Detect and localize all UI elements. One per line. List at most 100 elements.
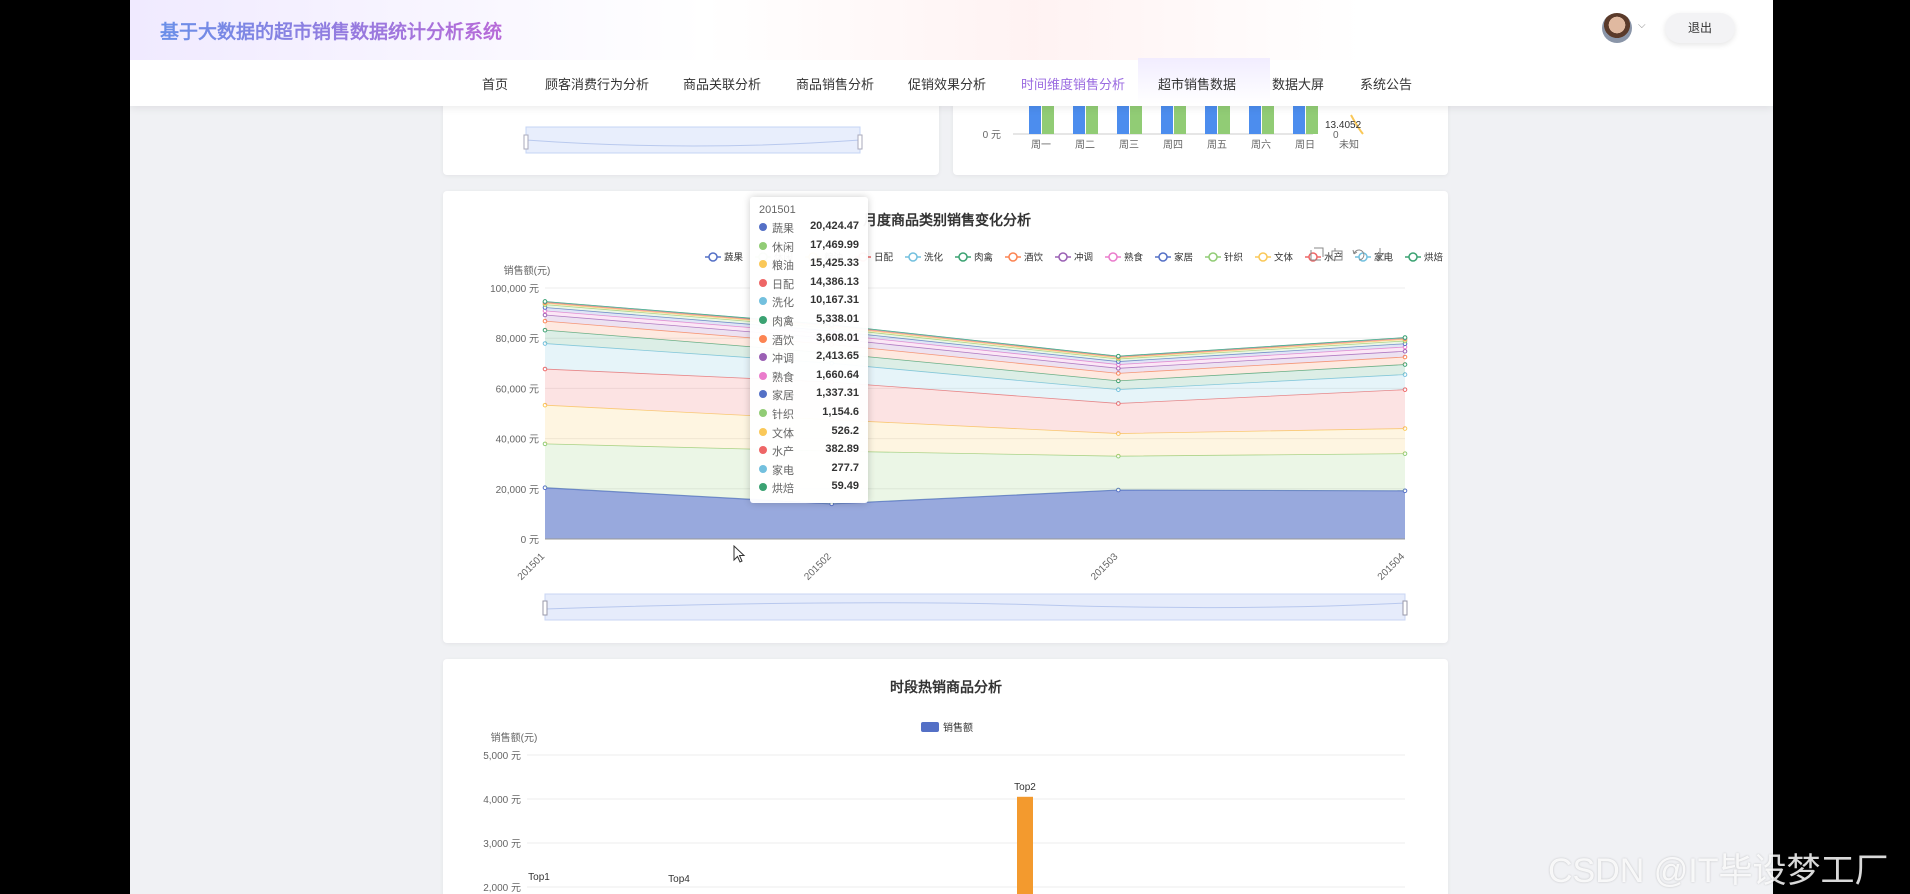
legend-marker-icon xyxy=(1108,252,1118,262)
nav-item-announcement[interactable]: 系统公告 xyxy=(1360,74,1412,93)
series-dot-icon xyxy=(759,427,767,436)
weekday-y-tick: 0 元 xyxy=(983,130,1001,141)
weekday-point-label: 13.4052 xyxy=(1325,120,1362,131)
top-header: 基于大数据的超市销售数据统计分析系统 ⌵ 退出 首页 顾客消费行为分析 商品关联… xyxy=(130,0,1773,106)
legend-label: 家居 xyxy=(1174,252,1193,264)
tooltip-series-value: 3,608.01 xyxy=(816,331,859,344)
legend-marker-icon xyxy=(1208,252,1218,262)
weekday-bar xyxy=(1161,105,1173,134)
y-tick-label: 60,000 元 xyxy=(496,384,539,395)
nav-item-promotion[interactable]: 促销效果分析 xyxy=(908,74,986,93)
nav-item-customer-behavior[interactable]: 顾客消费行为分析 xyxy=(545,74,649,93)
legend-marker-icon xyxy=(1058,252,1068,262)
hot-goods-card: 时段热销商品分析 2,000 元 3,000 元 4,000 元 5,000 元销售额… xyxy=(443,659,1448,894)
monthly-zoom-slider[interactable] xyxy=(542,593,1408,621)
y-tick-label: 0 元 xyxy=(521,535,539,546)
tooltip-series-value: 15,425.33 xyxy=(810,257,859,270)
series-dot-icon xyxy=(759,316,767,324)
chevron-down-icon[interactable]: ⌵ xyxy=(1638,20,1646,31)
legend-label: 烘焙 xyxy=(1424,252,1444,264)
weekday-x-tick: 周三 xyxy=(1119,139,1139,151)
legend-marker-icon xyxy=(1008,252,1018,262)
logout-button[interactable]: 退出 xyxy=(1665,13,1735,43)
series-dot-icon xyxy=(759,371,767,380)
app-title: 基于大数据的超市销售数据统计分析系统 xyxy=(160,17,502,44)
weekday-bar xyxy=(1029,105,1041,134)
y-axis-label: 销售额(元) xyxy=(491,731,538,744)
tooltip-row: 肉禽 5,338.01 xyxy=(759,312,859,328)
nav-item-home[interactable]: 首页 xyxy=(482,74,508,93)
series-dot-icon xyxy=(759,483,767,492)
nav-item-product-sales[interactable]: 商品销售分析 xyxy=(796,74,874,93)
legend-label: 洗化 xyxy=(924,252,944,264)
screen: 0 元 0 周一 周二 周三 周四 周五 周六 周日 未知 13.4052 月度商品类别销售变化分析… xyxy=(0,0,1910,894)
tooltip-series-value: 59.49 xyxy=(831,480,859,493)
tooltip-row: 洗化 10,167.31 xyxy=(759,293,859,309)
weekday-bar xyxy=(1130,105,1142,134)
weekday-bar xyxy=(1042,105,1054,134)
bar-label: Top1 xyxy=(528,872,550,883)
tooltip-series-name: 休闲 xyxy=(772,241,794,254)
x-tick-label: 201502 xyxy=(802,551,834,583)
nav-item-sales-data[interactable]: 超市销售数据 xyxy=(1158,74,1236,93)
legend-label: 蔬果 xyxy=(724,252,744,264)
weekday-bar xyxy=(1293,105,1305,134)
nav-item-time-analysis[interactable]: 时间维度销售分析 xyxy=(1021,74,1125,93)
tooltip-row: 家居 1,337.31 xyxy=(759,386,859,402)
bar-label: Top2 xyxy=(1014,782,1036,793)
data-point xyxy=(1116,353,1121,359)
weekday-bar xyxy=(1086,105,1098,134)
weekday-x-tick: 周一 xyxy=(1031,139,1051,151)
series-dot-icon xyxy=(759,390,767,399)
tooltip-series-name: 针织 xyxy=(772,409,794,421)
series-dot-icon xyxy=(759,353,767,362)
weekday-bar xyxy=(1218,105,1230,134)
series-dot-icon xyxy=(759,223,767,231)
tooltip-series-value: 5,338.01 xyxy=(816,313,859,325)
weekday-x-tick: 周四 xyxy=(1163,139,1183,151)
nav-item-association[interactable]: 商品关联分析 xyxy=(683,74,761,93)
weekday-bar xyxy=(1073,105,1085,134)
y-tick-label: 80,000 元 xyxy=(496,334,539,345)
tooltip-series-value: 10,167.31 xyxy=(810,294,859,307)
watermark: CSDN @IT毕设梦工厂 xyxy=(1548,852,1889,890)
tooltip-row: 针织 1,154.6 xyxy=(759,405,859,421)
tooltip-series-name: 文体 xyxy=(772,427,794,440)
tooltip-row: 日配 14,386.13 xyxy=(759,275,859,291)
y-tick-label: 100,000 元 xyxy=(490,284,539,295)
tooltip-series-name: 家电 xyxy=(772,464,794,477)
legend-label: 酒饮 xyxy=(1024,252,1044,264)
weekday-bar xyxy=(1262,105,1274,134)
legend-label: 日配 xyxy=(874,253,894,264)
tooltip-series-name: 烘焙 xyxy=(772,483,794,496)
hot-goods-chart: 2,000 元 3,000 元 4,000 元 5,000 元 销售额(元) 销售额 Top… xyxy=(483,721,1405,894)
weekday-bar xyxy=(1205,105,1217,134)
y-tick-label: 20,000 元 xyxy=(496,485,539,496)
legend-label: 针织 xyxy=(1224,252,1243,264)
legend-marker-icon xyxy=(1158,252,1168,262)
tooltip-row: 休闲 17,469.99 xyxy=(759,238,859,254)
legend-swatch-icon xyxy=(921,722,939,732)
legend-label: 销售额 xyxy=(943,721,973,734)
monthly-category-chart: 0 元 20,000 元 40,000 元 60,000 元 80,000 元 100,0… xyxy=(490,247,1444,621)
legend-marker-icon xyxy=(1408,252,1418,262)
tooltip-series-name: 冲调 xyxy=(772,353,794,366)
series-dot-icon xyxy=(759,241,767,250)
hot-goods-bar xyxy=(1017,796,1033,894)
weekday-bar xyxy=(1249,105,1261,134)
user-avatar[interactable] xyxy=(1602,13,1632,43)
y-tick-label: 40,000 元 xyxy=(496,435,539,446)
tooltip-series-name: 水产 xyxy=(772,446,794,459)
mouse-cursor-icon xyxy=(733,545,746,563)
tooltip-series-value: 382.89 xyxy=(825,443,859,456)
tooltip-series-name: 熟食 xyxy=(772,371,794,384)
tooltip-row: 粮油 15,425.33 xyxy=(759,256,859,272)
tooltip-series-name: 家居 xyxy=(772,390,794,403)
tooltip-series-value: 277.7 xyxy=(831,461,859,474)
monthly-category-card: 月度商品类别销售变化分析 0 元 20,000 元 40,000 元 60,000 元… xyxy=(443,191,1448,643)
series-dot-icon xyxy=(759,297,767,306)
weekday-bar xyxy=(1117,105,1129,134)
tooltip-series-value: 1,660.64 xyxy=(816,368,859,381)
tooltip-series-name: 洗化 xyxy=(772,297,794,310)
nav-item-big-screen[interactable]: 数据大屏 xyxy=(1272,74,1324,93)
